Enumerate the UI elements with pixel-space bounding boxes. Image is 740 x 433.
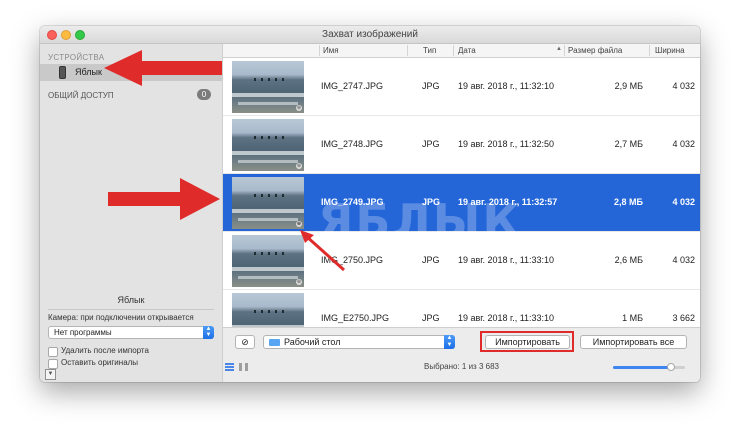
annotation-arrows <box>104 50 346 272</box>
annotation-arrow-left <box>104 50 222 86</box>
annotation-arrow-right <box>108 178 220 220</box>
annotation-arrow-thumb <box>300 230 346 272</box>
